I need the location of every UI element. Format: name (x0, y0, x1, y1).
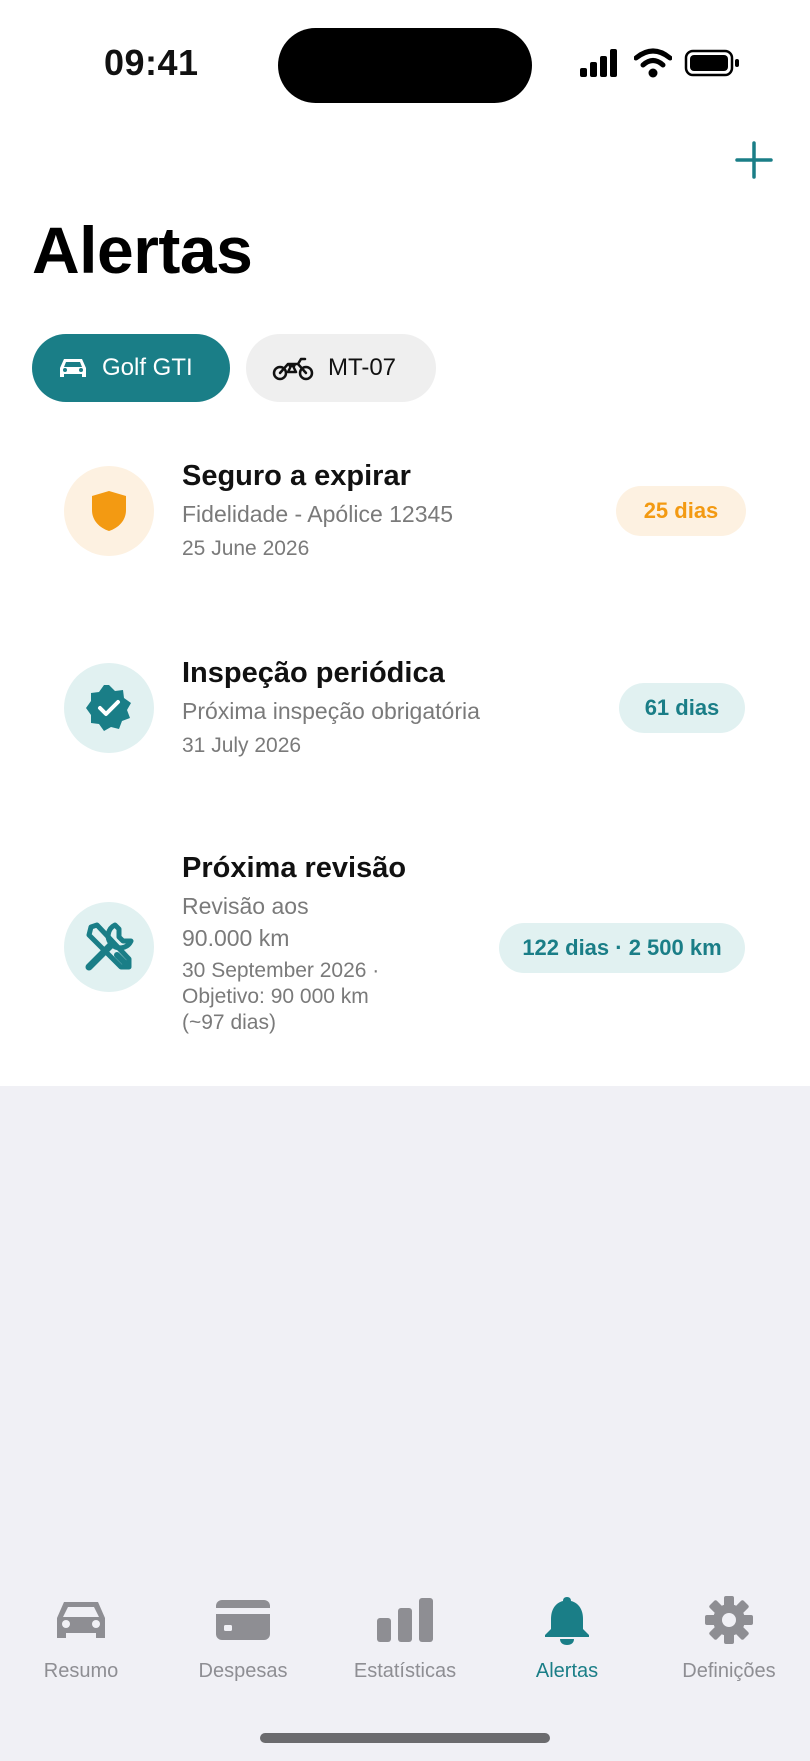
alert-estimate: (~97 dias) (182, 1011, 276, 1034)
alert-title: Inspeção periódica (182, 657, 445, 689)
wifi-icon (634, 48, 672, 78)
alert-text: Seguro a expirar Fidelidade - Apólice 12… (182, 458, 453, 562)
alert-target: Objetivo: 90 000 km (182, 985, 369, 1008)
alert-date: 31 July 2026 (182, 734, 302, 757)
page-title: Alertas (32, 213, 253, 287)
shield-icon (92, 491, 126, 531)
alert-icon-container (64, 466, 154, 556)
battery-icon (684, 49, 739, 77)
alert-subtitle: Próxima inspeção obrigatória (182, 698, 480, 724)
car-icon (60, 359, 86, 377)
vehicle-chip-golf-gti[interactable]: Golf GTI (32, 334, 230, 402)
alert-title: Próxima revisão (182, 852, 407, 884)
car-icon (51, 1590, 111, 1650)
alert-icon-container (64, 902, 154, 992)
alert-title: Seguro a expirar (182, 460, 411, 492)
tab-label: Definições (682, 1660, 776, 1682)
cellular-signal-icon (580, 49, 617, 77)
days-remaining-badge: 61 dias (619, 683, 745, 733)
motorcycle-icon (272, 357, 314, 381)
home-indicator (260, 1733, 550, 1743)
tab-label: Despesas (198, 1660, 288, 1682)
plus-icon (735, 141, 773, 179)
alert-subtitle: 90.000 km (182, 925, 290, 951)
alert-date: 30 September 2026 · (182, 959, 380, 982)
add-alert-button[interactable] (730, 136, 778, 184)
bar-chart-icon (375, 1590, 435, 1650)
days-remaining-badge: 25 dias (616, 486, 746, 536)
status-time: 09:41 (104, 42, 199, 83)
tab-label: Resumo (43, 1660, 119, 1682)
alert-subtitle: Revisão aos (182, 893, 309, 919)
vehicle-chip-label: MT-07 (328, 354, 397, 381)
days-remaining-badge: 122 dias · 2 500 km (499, 923, 745, 973)
tab-alertas[interactable]: Alertas (486, 1590, 648, 1683)
alert-text: Inspeção periódica Próxima inspeção obri… (182, 655, 480, 759)
alert-row-service[interactable]: Próxima revisão Revisão aos 90.000 km 30… (0, 846, 810, 1046)
alert-icon-container (64, 663, 154, 753)
gear-icon (704, 1590, 754, 1650)
tab-definicoes[interactable]: Definições (648, 1590, 810, 1683)
verified-badge-icon (86, 685, 131, 731)
tab-despesas[interactable]: Despesas (162, 1590, 324, 1683)
credit-card-icon (214, 1590, 272, 1650)
alert-date: 25 June 2026 (182, 537, 310, 560)
alert-text: Próxima revisão Revisão aos 90.000 km 30… (182, 850, 406, 1036)
tools-icon (85, 922, 134, 971)
tab-label: Alertas (535, 1660, 599, 1682)
tab-bar: Resumo Despesas Estatísticas Alertas Def… (0, 1590, 810, 1710)
tab-label: Estatísticas (353, 1660, 457, 1682)
vehicle-chip-label: Golf GTI (102, 354, 193, 381)
vehicle-chip-mt-07[interactable]: MT-07 (246, 334, 436, 402)
bell-icon (543, 1590, 591, 1650)
alert-row-insurance[interactable]: Seguro a expirar Fidelidade - Apólice 12… (0, 452, 810, 572)
tab-resumo[interactable]: Resumo (0, 1590, 162, 1683)
alert-row-inspection[interactable]: Inspeção periódica Próxima inspeção obri… (0, 649, 810, 769)
dynamic-island (278, 28, 532, 103)
tab-estatisticas[interactable]: Estatísticas (324, 1590, 486, 1683)
alert-subtitle: Fidelidade - Apólice 12345 (182, 501, 454, 527)
